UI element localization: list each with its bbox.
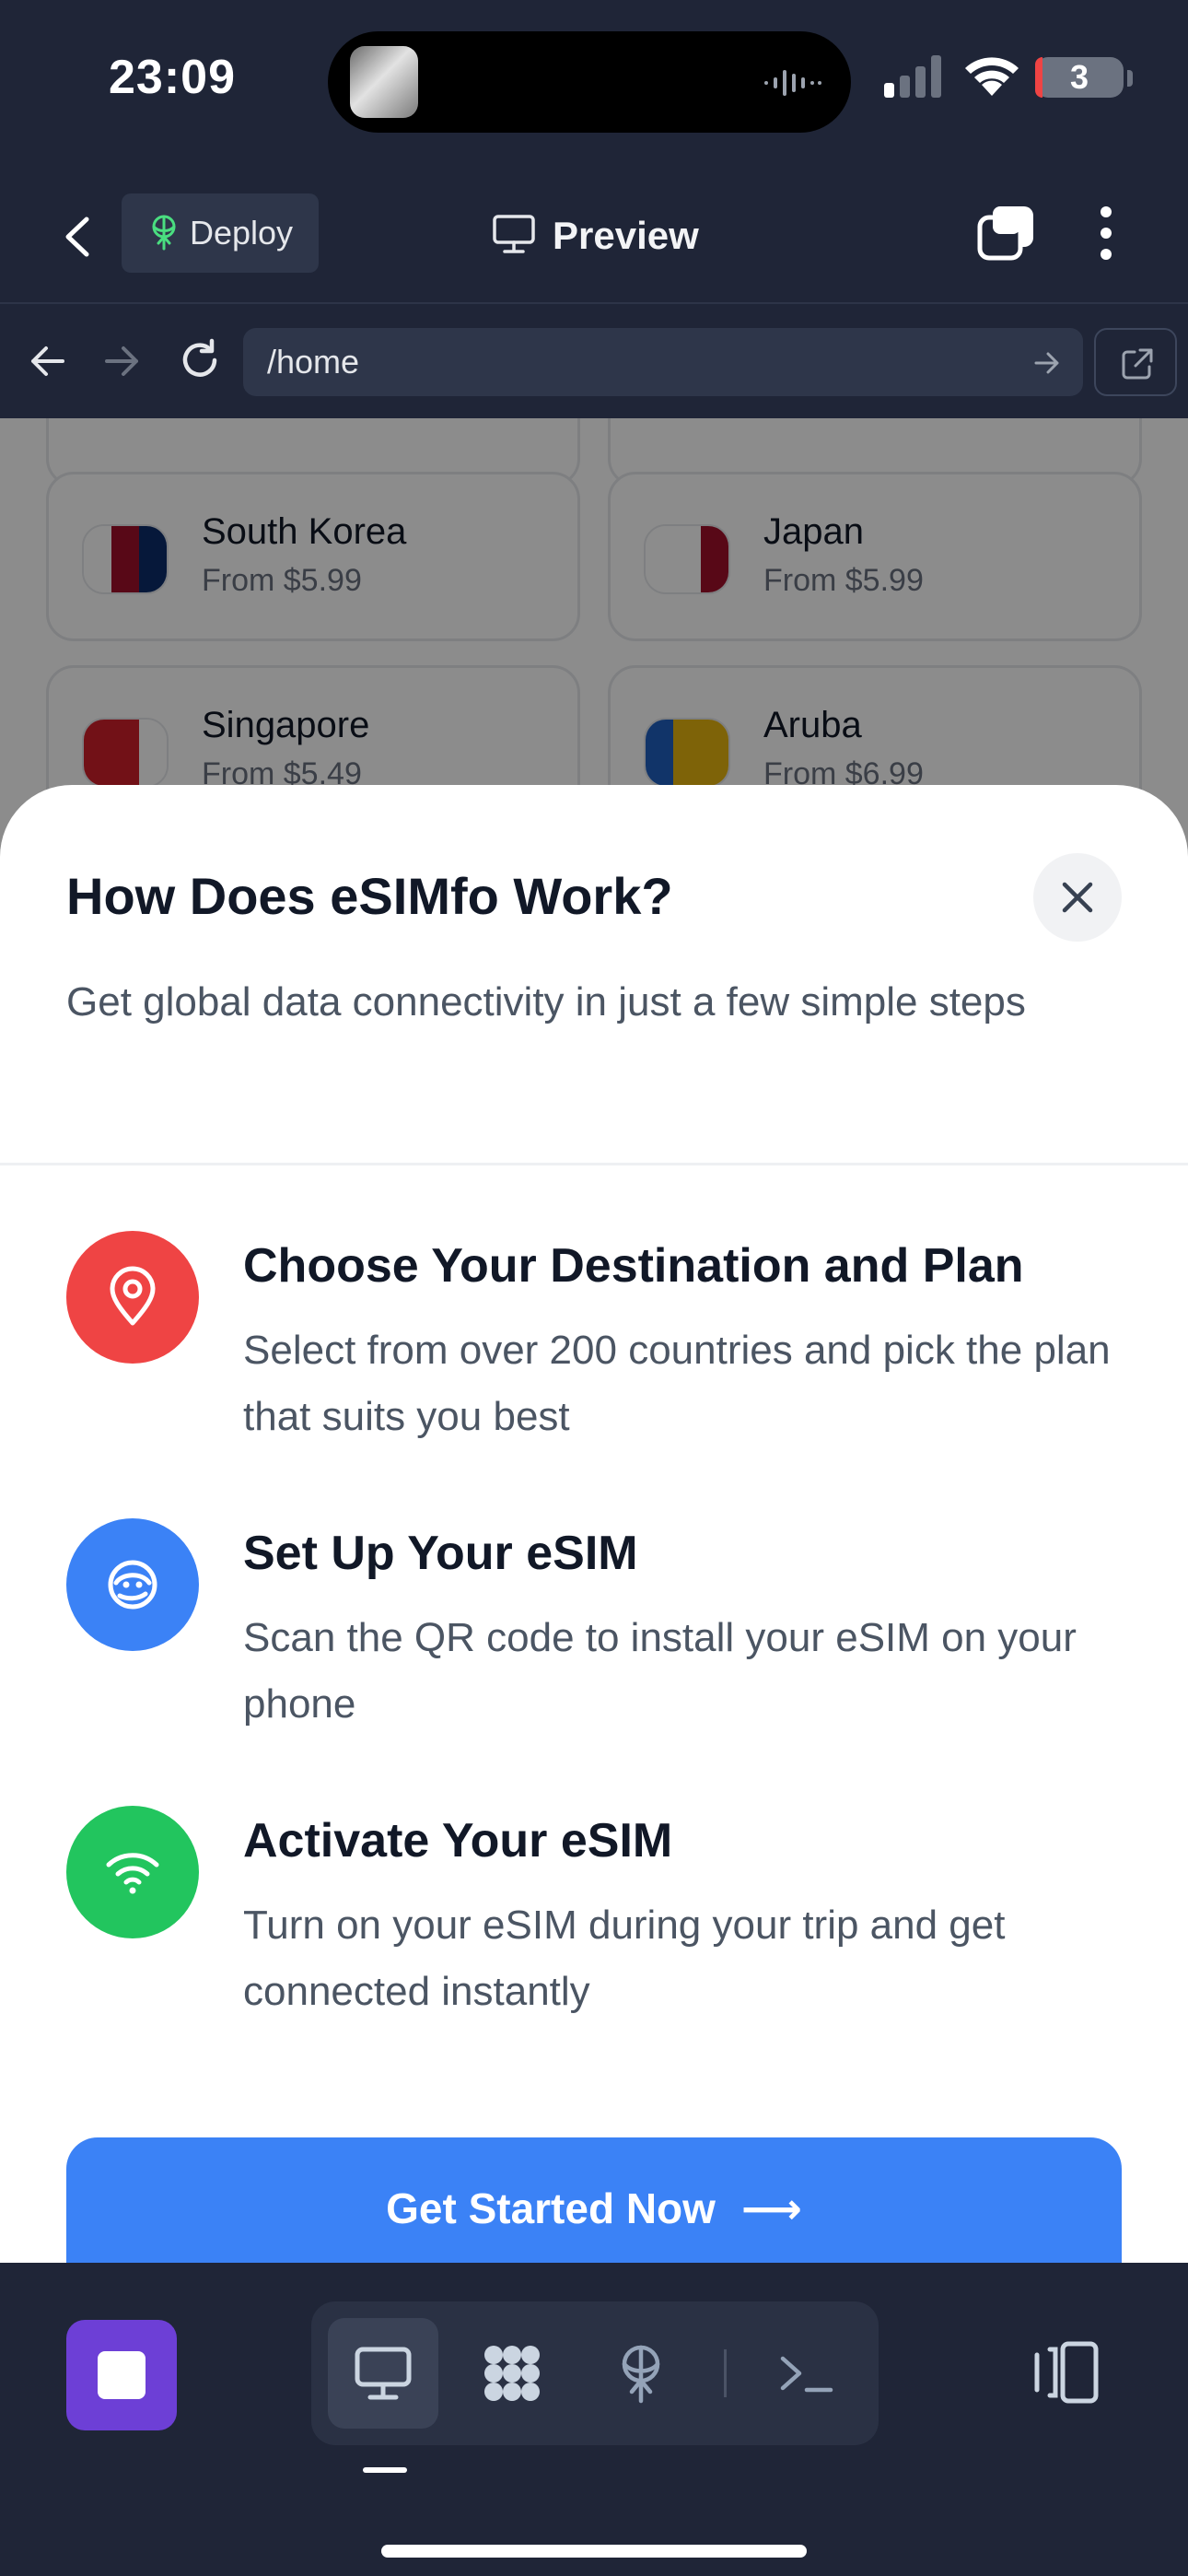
home-indicator: [381, 2545, 807, 2558]
chat-icon: [108, 1560, 157, 1610]
step-title: Set Up Your eSIM: [243, 1527, 638, 1580]
preview-tab[interactable]: [328, 2318, 438, 2429]
sheet-subtitle: Get global data connectivity in just a f…: [66, 979, 1026, 1025]
step-icon-badge: [66, 1231, 199, 1364]
deploy-tab[interactable]: [586, 2318, 696, 2429]
cellular-signal-icon: [884, 55, 941, 98]
wifi-status-icon: [965, 57, 1019, 96]
arrow-left-icon[interactable]: [26, 341, 68, 381]
terminal-icon: [780, 2356, 833, 2393]
reload-icon[interactable]: [177, 337, 223, 383]
url-text: /home: [267, 343, 360, 381]
step-title: Activate Your eSIM: [243, 1814, 673, 1868]
get-started-button[interactable]: Get Started Now ⟶: [66, 2137, 1122, 2263]
monitor-icon: [355, 2347, 412, 2400]
how-it-works-sheet: How Does eSIMfo Work? Get global data co…: [0, 785, 1188, 2263]
step-icon-badge: [66, 1518, 199, 1651]
url-field[interactable]: /home: [243, 328, 1083, 396]
map-pin-icon: [110, 1266, 156, 1326]
deploy-icon: [622, 2345, 660, 2404]
step-title: Choose Your Destination and Plan: [243, 1239, 1024, 1293]
active-tab-indicator: [363, 2467, 407, 2473]
audio-wave-icon: [764, 70, 821, 96]
stop-button[interactable]: [66, 2320, 177, 2430]
preview-label: Preview: [553, 214, 699, 257]
step-icon-badge: [66, 1806, 199, 1938]
close-button[interactable]: [1033, 853, 1122, 942]
monitor-icon: [493, 215, 535, 253]
terminal-tab[interactable]: [751, 2318, 862, 2429]
deploy-button[interactable]: Deploy: [122, 193, 319, 273]
dynamic-island: [328, 31, 851, 133]
step-description: Scan the QR code to install your eSIM on…: [243, 1615, 1077, 1727]
wifi-icon: [106, 1853, 159, 1894]
view-switcher: [311, 2301, 879, 2445]
toolbar-separator: [724, 2349, 727, 2397]
more-vertical-icon[interactable]: [1092, 203, 1120, 263]
app-bar: Deploy Preview: [0, 175, 1188, 304]
tabs-icon[interactable]: [976, 203, 1037, 263]
open-external-button[interactable]: [1094, 328, 1177, 396]
deploy-label: Deploy: [190, 214, 294, 252]
deploy-icon: [152, 215, 176, 251]
battery-tip: [1127, 70, 1133, 87]
external-link-icon: [1122, 348, 1153, 380]
go-arrow-icon[interactable]: [1033, 350, 1061, 376]
back-chevron-icon[interactable]: [55, 205, 101, 269]
arrow-right-icon[interactable]: [101, 341, 144, 381]
status-bar: 23:09 3: [0, 0, 1188, 166]
sheet-title: How Does eSIMfo Work?: [66, 867, 673, 925]
grid-blob-icon: [484, 2346, 540, 2401]
status-time: 23:09: [109, 51, 236, 104]
arrow-right-icon: ⟶: [740, 2184, 802, 2232]
now-playing-thumbnail: [350, 46, 418, 118]
stop-icon: [98, 2351, 146, 2399]
components-tab[interactable]: [457, 2318, 567, 2429]
step-description: Turn on your eSIM during your trip and g…: [243, 1903, 1006, 2014]
bottom-toolbar: [0, 2263, 1188, 2576]
get-started-label: Get Started Now ⟶: [66, 2184, 1122, 2233]
cta-text: Get Started Now: [386, 2184, 716, 2232]
battery-percent: 3: [1069, 58, 1089, 96]
panel-toggle-icon[interactable]: [1030, 2336, 1103, 2410]
browser-bar: /home: [0, 306, 1188, 418]
step-description: Select from over 200 countries and pick …: [243, 1328, 1111, 1439]
close-icon: [1062, 882, 1093, 913]
divider: [0, 1163, 1188, 1165]
